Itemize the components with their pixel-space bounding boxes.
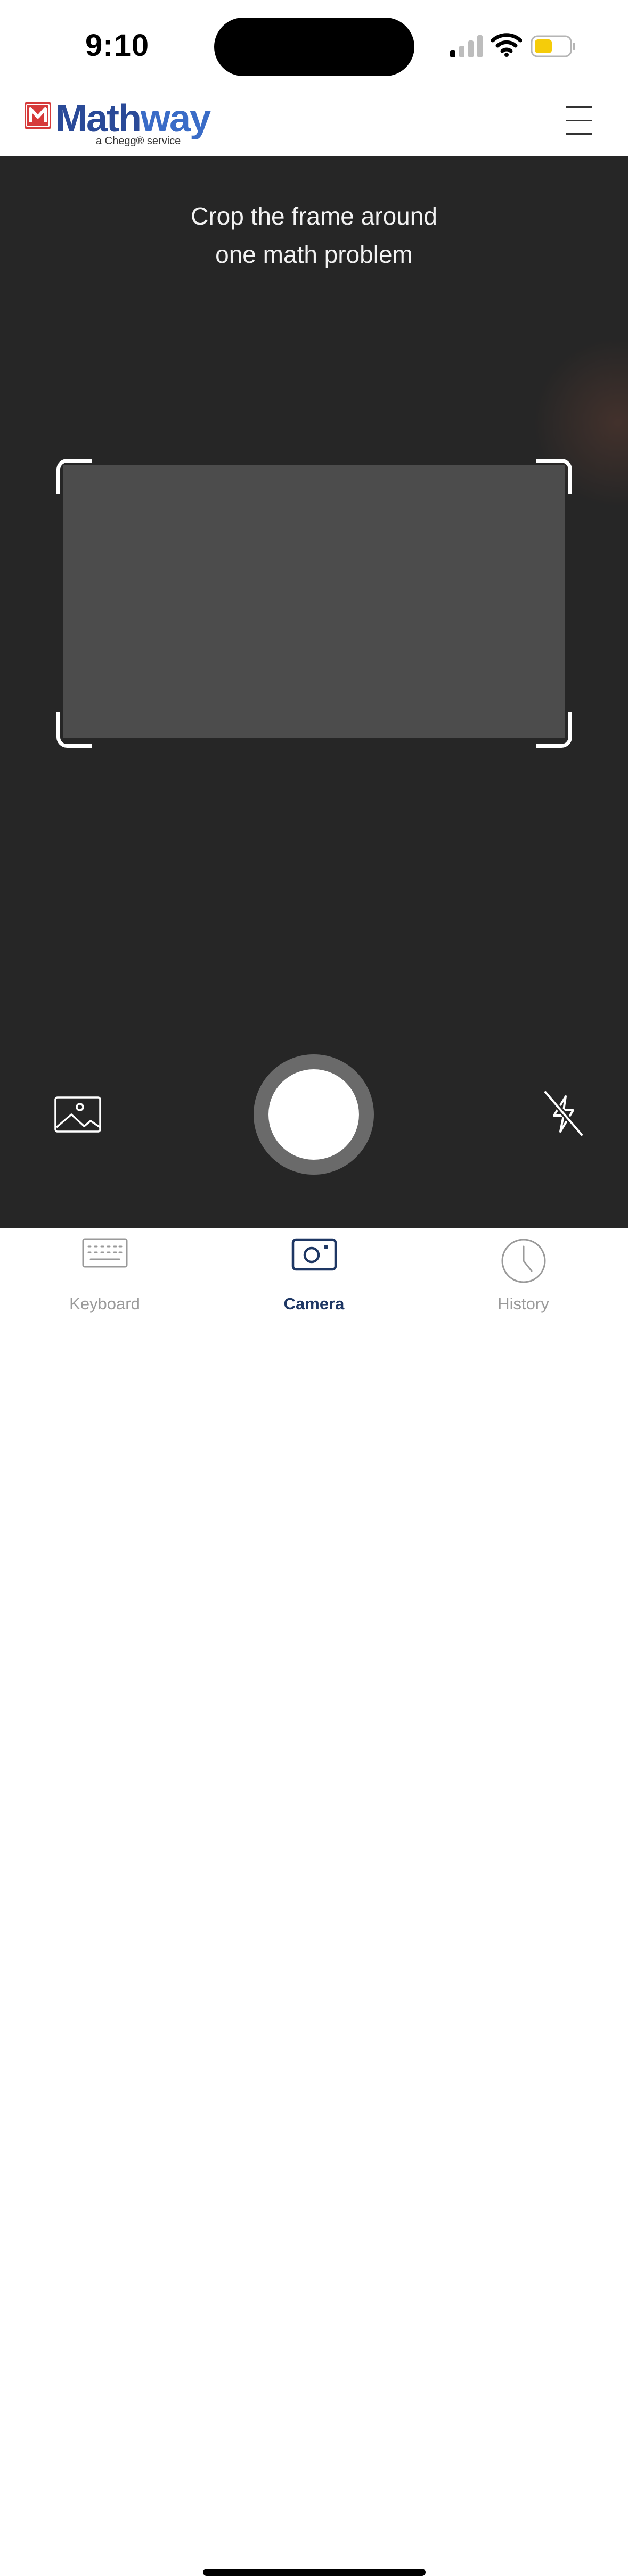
mathway-logo[interactable]: Mathway a Chegg® service bbox=[25, 97, 211, 150]
app-header: Mathway a Chegg® service bbox=[0, 90, 628, 156]
crop-handle-top-right[interactable] bbox=[536, 459, 572, 494]
camera-icon bbox=[291, 1238, 337, 1271]
tab-camera[interactable]: Camera bbox=[209, 1228, 419, 1324]
crop-handle-bottom-right[interactable] bbox=[536, 712, 572, 748]
tab-keyboard-label: Keyboard bbox=[69, 1294, 140, 1313]
crop-instruction: Crop the frame around one math problem bbox=[191, 202, 437, 268]
tab-history-label: History bbox=[497, 1294, 549, 1313]
tab-camera-label: Camera bbox=[283, 1294, 345, 1313]
flash-off-icon[interactable] bbox=[542, 1089, 585, 1138]
status-bar: 9:10 bbox=[0, 0, 628, 90]
crop-handle-bottom-left[interactable] bbox=[56, 712, 92, 748]
signal-icon bbox=[450, 35, 483, 57]
gallery-icon[interactable] bbox=[54, 1096, 101, 1133]
battery-icon bbox=[531, 35, 575, 57]
crop-frame[interactable] bbox=[63, 465, 565, 738]
tab-bar: Keyboard Camera History bbox=[0, 1228, 628, 2576]
keyboard-icon bbox=[82, 1238, 127, 1268]
brand-name: Mathway bbox=[55, 97, 211, 140]
mathway-logo-icon bbox=[25, 102, 51, 129]
tab-history[interactable]: History bbox=[419, 1228, 628, 1324]
home-indicator bbox=[203, 2569, 426, 2576]
brand-subtitle: a Chegg® service bbox=[96, 135, 181, 147]
clock-icon bbox=[501, 1239, 545, 1283]
tab-keyboard[interactable]: Keyboard bbox=[0, 1228, 209, 1324]
dynamic-island bbox=[214, 18, 414, 76]
crop-handle-top-left[interactable] bbox=[56, 459, 92, 494]
shutter-button[interactable] bbox=[254, 1054, 374, 1175]
camera-viewfinder[interactable]: Crop the frame around one math problem bbox=[0, 156, 628, 1228]
menu-icon[interactable] bbox=[566, 106, 592, 136]
wifi-icon bbox=[491, 33, 522, 57]
status-time: 9:10 bbox=[85, 28, 150, 63]
